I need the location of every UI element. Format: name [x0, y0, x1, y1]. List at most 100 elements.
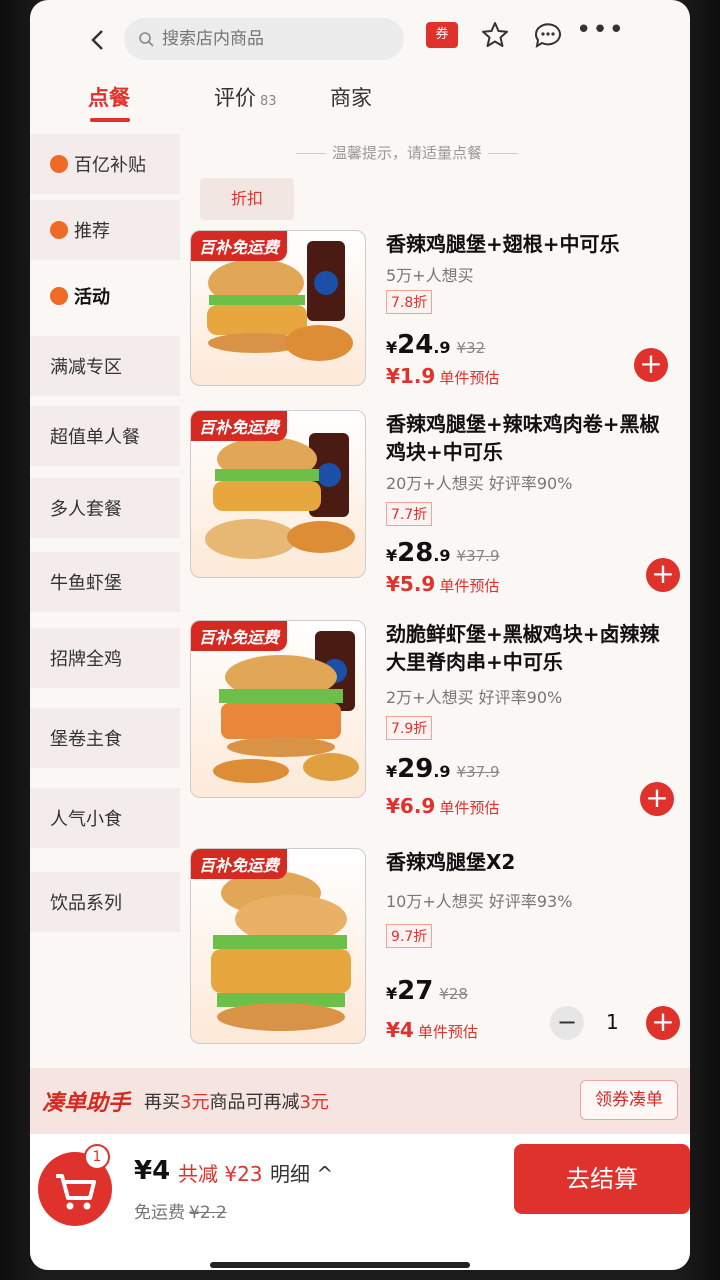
search-input[interactable] — [162, 29, 382, 49]
get-coupon-button[interactable]: 领券凑单 — [580, 1080, 678, 1120]
sidebar-item-subsidy[interactable]: 百亿补贴 — [30, 134, 180, 194]
quantity-value: 1 — [606, 1010, 619, 1034]
sidebar-item-label: 人气小食 — [50, 809, 122, 830]
est-label: 单件预估 — [439, 577, 500, 595]
search-bar[interactable] — [124, 18, 404, 60]
sidebar-item-single-meal[interactable]: 超值单人餐 — [30, 406, 180, 466]
tab-reviews-count: 83 — [260, 94, 277, 109]
price-dec: .9 — [433, 546, 451, 565]
sidebar-item-label: 超值单人餐 — [50, 427, 140, 448]
add-to-cart-button[interactable]: + — [646, 1006, 680, 1040]
product-price: ¥28.9 ¥37.9 — [386, 538, 500, 568]
product-sales: 20万+人想买 好评率90% — [386, 474, 573, 493]
estimated-price: ¥5.9 单件预估 — [386, 572, 499, 596]
price-int: 27 — [397, 976, 434, 1006]
est-currency: ¥ — [386, 794, 400, 818]
est-label: 单件预估 — [439, 369, 500, 387]
sidebar-item-group-meal[interactable]: 多人套餐 — [30, 478, 180, 538]
original-price: ¥28 — [439, 985, 468, 1003]
discount-badge: 9.7折 — [386, 924, 433, 948]
star-icon[interactable] — [480, 20, 510, 50]
estimated-price: ¥6.9 单件预估 — [386, 794, 499, 818]
sidebar-item-activity[interactable]: 活动 — [30, 266, 180, 326]
sidebar-item-label: 多人套餐 — [50, 499, 122, 520]
category-sidebar: 百亿补贴 推荐 活动 满减专区 超值单人餐 多人套餐 牛鱼虾堡 招牌全鸡 堡卷主… — [30, 130, 180, 1060]
discount-badge: 7.7折 — [386, 502, 433, 526]
sidebar-item-recommend[interactable]: 推荐 — [30, 200, 180, 260]
est-label: 单件预估 — [417, 1023, 478, 1041]
original-price: ¥37.9 — [456, 547, 500, 565]
sidebar-item-label: 饮品系列 — [50, 893, 122, 914]
checkout-bar: 1 ¥4 共减 ¥23 明细 ^ 免运费 ¥2.2 去结算 — [30, 1134, 690, 1270]
subsidy-icon — [50, 155, 68, 173]
sidebar-item-label: 招牌全鸡 — [50, 649, 122, 670]
total-saved: 共减 ¥23 — [178, 1162, 263, 1186]
est-value: 4 — [399, 1018, 414, 1042]
product-image[interactable]: 百补免运费 — [190, 230, 366, 386]
add-to-cart-button[interactable]: + — [640, 782, 674, 816]
product-image[interactable]: 百补免运费 — [190, 410, 366, 578]
helper-text-a: 再买 — [144, 1092, 181, 1113]
tab-order[interactable]: 点餐 — [88, 82, 130, 112]
product-title: 香辣鸡腿堡+翅根+中可乐 — [386, 232, 620, 256]
recommend-icon — [50, 221, 68, 239]
est-value: 1.9 — [399, 364, 436, 388]
free-shipping-badge: 百补免运费 — [191, 411, 288, 441]
tab-merchant-label: 商家 — [330, 86, 372, 110]
sidebar-item-main-food[interactable]: 堡卷主食 — [30, 708, 180, 768]
sidebar-item-label: 活动 — [74, 287, 110, 308]
coupon-icon[interactable]: 券 — [426, 22, 458, 48]
product-image[interactable]: 百补免运费 — [190, 620, 366, 798]
helper-amount: 3元 — [180, 1092, 210, 1113]
product-price: ¥24.9 ¥32 — [386, 330, 485, 360]
sidebar-item-label: 推荐 — [74, 221, 110, 242]
sidebar-item-snacks[interactable]: 人气小食 — [30, 788, 180, 848]
back-icon[interactable] — [86, 28, 110, 52]
discount-badge: 7.9折 — [386, 716, 433, 740]
decrease-quantity-button[interactable]: − — [550, 1006, 584, 1040]
product-title: 劲脆鲜虾堡+黑椒鸡块+卤辣辣大里脊肉串+中可乐 — [386, 622, 660, 674]
product-card[interactable]: 百补免运费 劲脆鲜虾堡+黑椒鸡块+卤辣辣大里脊肉串+中可乐 2万+人想买 好评率… — [190, 620, 680, 830]
price-currency: ¥ — [386, 338, 398, 357]
sidebar-item-drinks[interactable]: 饮品系列 — [30, 872, 180, 932]
helper-title: 凑单助手 — [42, 1091, 131, 1116]
product-price: ¥29.9 ¥37.9 — [386, 754, 500, 784]
sidebar-item-label: 百亿补贴 — [74, 155, 146, 176]
add-to-cart-button[interactable]: + — [634, 348, 668, 382]
product-sales: 2万+人想买 好评率90% — [386, 688, 563, 707]
est-label: 单件预估 — [439, 799, 500, 817]
est-currency: ¥ — [386, 364, 400, 388]
product-image[interactable]: 百补免运费 — [190, 848, 366, 1044]
tab-reviews[interactable]: 评价 83 — [214, 82, 277, 112]
free-shipping-badge: 百补免运费 — [191, 849, 288, 879]
product-sales: 5万+人想买 — [386, 266, 474, 285]
product-card[interactable]: 百补免运费 香辣鸡腿堡X2 10万+人想买 好评率93% 9.7折 ¥27 ¥28… — [190, 848, 680, 1058]
product-title: 香辣鸡腿堡X2 — [386, 850, 516, 874]
chat-icon[interactable] — [532, 20, 564, 50]
detail-toggle[interactable]: 明细 ^ — [270, 1158, 333, 1187]
sidebar-item-label: 牛鱼虾堡 — [50, 573, 122, 594]
activity-icon — [50, 287, 68, 305]
tab-merchant[interactable]: 商家 — [330, 82, 372, 112]
sidebar-item-burgers[interactable]: 牛鱼虾堡 — [30, 552, 180, 612]
original-price: ¥32 — [456, 339, 486, 357]
product-card[interactable]: 百补免运费 香辣鸡腿堡+翅根+中可乐 5万+人想买 7.8折 ¥24.9 ¥32 … — [190, 230, 680, 400]
search-icon — [139, 32, 154, 47]
more-icon[interactable]: ••• — [576, 17, 624, 43]
est-value: 6.9 — [399, 794, 436, 818]
product-sales: 10万+人想买 好评率93% — [386, 892, 573, 911]
discount-filter-chip[interactable]: 折扣 — [200, 178, 294, 220]
price-currency: ¥ — [386, 546, 398, 565]
product-card[interactable]: 百补免运费 香辣鸡腿堡+辣味鸡肉卷+黑椒鸡块+中可乐 20万+人想买 好评率90… — [190, 410, 680, 610]
home-indicator — [210, 1262, 470, 1268]
checkout-button[interactable]: 去结算 — [514, 1144, 690, 1214]
estimated-price: ¥4 单件预估 — [386, 1018, 478, 1042]
helper-reduction: 3元 — [299, 1092, 329, 1113]
product-price: ¥27 ¥28 — [386, 976, 468, 1006]
sidebar-item-full-reduction[interactable]: 满减专区 — [30, 336, 180, 396]
sidebar-item-whole-chicken[interactable]: 招牌全鸡 — [30, 628, 180, 688]
add-to-cart-button[interactable]: + — [646, 558, 680, 592]
shipping-old-price: ¥2.2 — [189, 1203, 227, 1223]
sidebar-item-label: 满减专区 — [50, 357, 122, 378]
sidebar-item-label: 堡卷主食 — [50, 729, 122, 750]
